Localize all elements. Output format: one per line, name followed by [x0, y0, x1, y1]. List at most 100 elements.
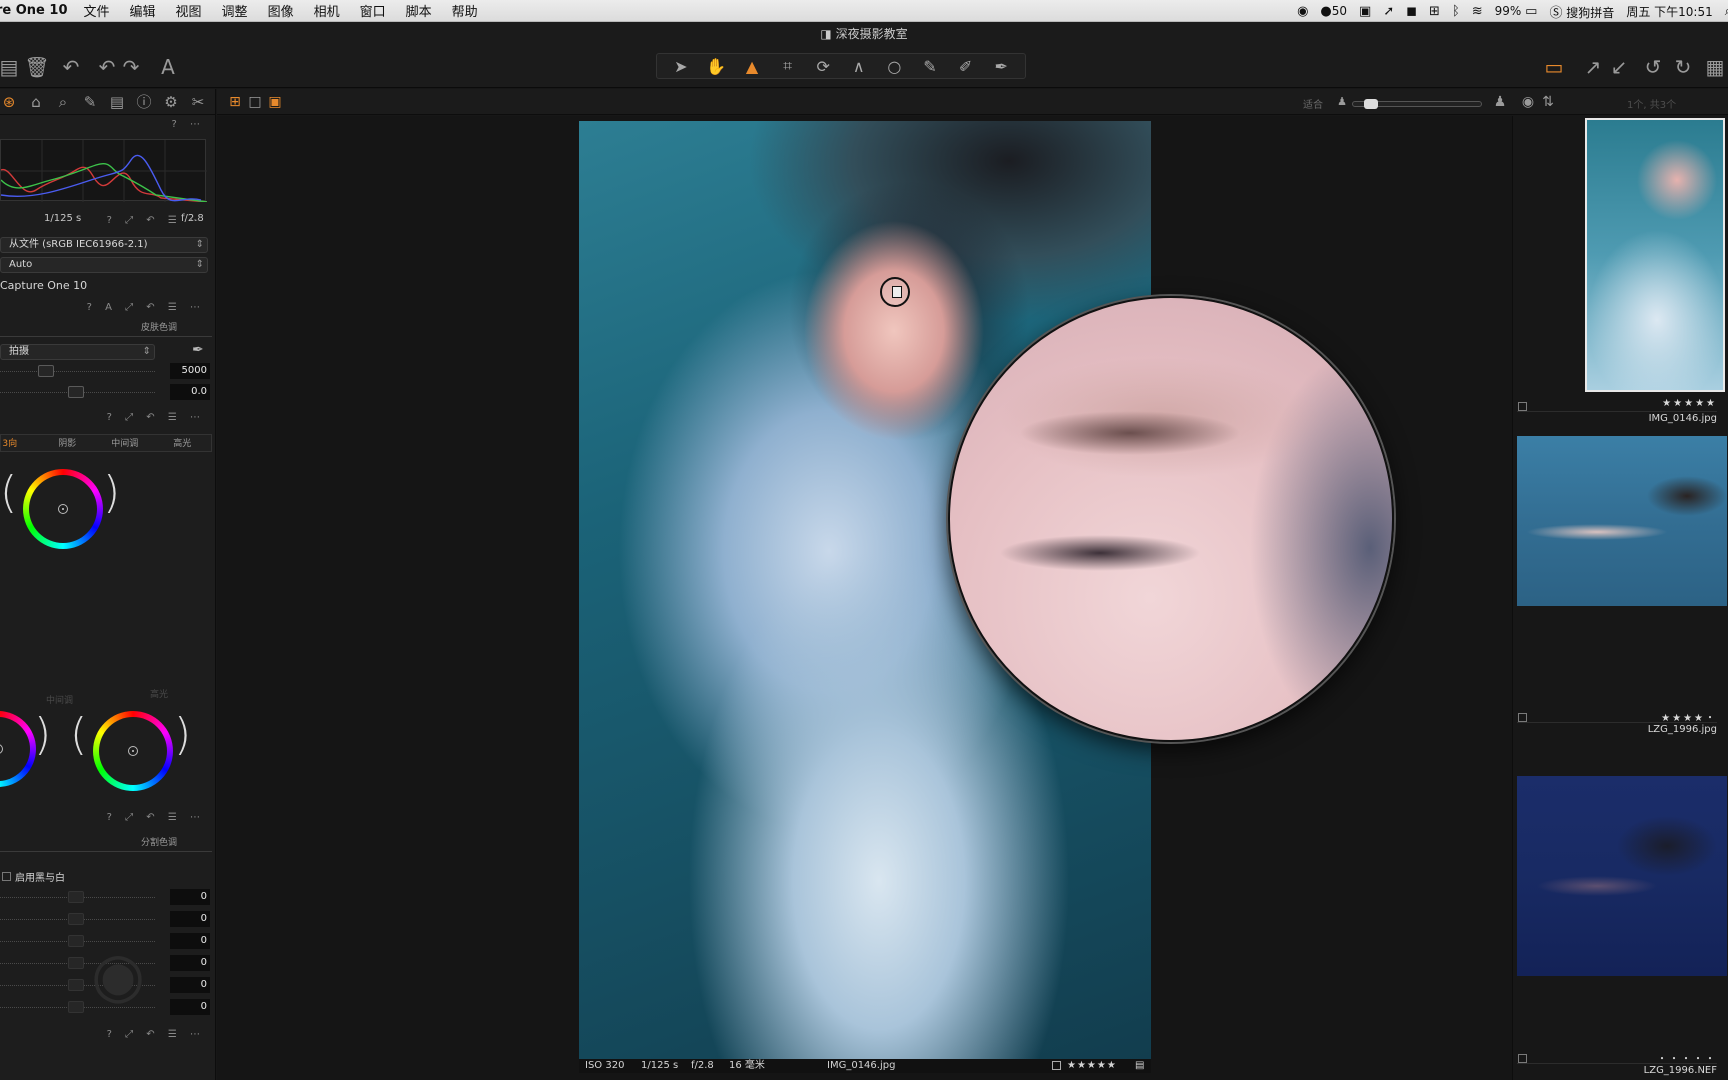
loupe-target[interactable] [880, 277, 910, 307]
undo-icon[interactable]: ↶ [94, 54, 120, 80]
brush-tool-icon[interactable]: ✎ [914, 57, 946, 76]
battery-status[interactable]: 99% ▭ [1495, 4, 1538, 19]
metadata-tab-icon[interactable]: ▤ [108, 93, 126, 111]
text-tool-button[interactable]: A [155, 54, 181, 80]
menu-script[interactable]: 脚本 [406, 1, 432, 20]
crop-tool-icon[interactable]: ⌗ [772, 56, 804, 76]
annotate-tool-icon[interactable]: ✒ [985, 57, 1017, 76]
midtone-color-wheel[interactable] [0, 711, 36, 787]
thumbnail-1-image[interactable] [1585, 118, 1725, 392]
app-menu[interactable]: re One 10 [0, 3, 68, 18]
highlight-wheel-center[interactable] [128, 746, 138, 756]
tab-skin-tone[interactable]: 皮肤色调 [106, 319, 212, 336]
hi-bracket-left[interactable]: ( [70, 709, 87, 760]
grid-icon[interactable]: ⊞ [1429, 4, 1440, 19]
thumbnail-1-stars[interactable]: ★★★★★ [1517, 398, 1717, 409]
zoom-fit-label[interactable]: 适合 [1303, 96, 1323, 111]
eye-icon[interactable]: ◉ [1520, 94, 1536, 110]
trash-icon[interactable]: 🗑 [24, 54, 50, 80]
reset-icon[interactable]: ↶ [58, 54, 84, 80]
mid-bracket-right[interactable]: ) [34, 709, 51, 760]
display-icon[interactable]: ▣ [1359, 4, 1371, 19]
picker-icon[interactable]: ✒ [192, 342, 204, 358]
bw-cyan-value[interactable]: 0 [170, 955, 210, 971]
thumbnail-2-image[interactable] [1517, 436, 1727, 606]
bw-red-knob[interactable] [68, 891, 84, 903]
bw-enable-checkbox[interactable] [2, 872, 11, 881]
shadow-color-wheel[interactable] [23, 469, 103, 549]
redo-icon[interactable]: ↷ [118, 54, 144, 80]
histogram-section-controls[interactable]: ? ⋯ [172, 119, 206, 130]
tab-midtone[interactable]: 中间调 [96, 435, 154, 451]
wheel-bracket-left[interactable]: ( [0, 467, 17, 518]
settings-tab-icon[interactable]: ⚙ [162, 93, 180, 111]
menu-camera[interactable]: 相机 [314, 1, 340, 20]
record-icon[interactable]: ◉ [1297, 4, 1308, 19]
bw-yellow-knob[interactable] [68, 913, 84, 925]
bw-red-value[interactable]: 0 [170, 889, 210, 905]
menu-adjust[interactable]: 调整 [222, 1, 248, 20]
pan-tool-icon[interactable]: ✋ [700, 57, 732, 76]
highlight-color-wheel[interactable] [93, 711, 173, 791]
kelvin-knob[interactable] [38, 365, 54, 377]
export-arrow-icon[interactable]: ↗ [1580, 54, 1606, 80]
menu-window[interactable]: 窗口 [360, 1, 386, 20]
menu-help[interactable]: 帮助 [452, 1, 478, 20]
stack-icon[interactable]: ▭ [1541, 54, 1567, 80]
bw-yellow-value[interactable]: 0 [170, 911, 210, 927]
hi-bracket-right[interactable]: ) [174, 709, 191, 760]
bw-green-value[interactable]: 0 [170, 933, 210, 949]
color-tab-icon[interactable]: ⊛ [0, 93, 18, 111]
loupe-tool-icon[interactable]: ▲ [736, 57, 768, 76]
import-icon[interactable]: ▤ [0, 54, 22, 80]
select-tool-icon[interactable]: ➤ [665, 57, 697, 76]
zoom-slider[interactable] [1352, 99, 1482, 109]
bluetooth-icon[interactable]: ᛒ [1452, 4, 1460, 19]
kelvin-slider[interactable] [0, 371, 155, 372]
wb-mode-select[interactable]: 拍摄 [0, 344, 155, 360]
person-small-icon[interactable]: ♟ [1334, 94, 1350, 110]
info-select-checkbox[interactable] [1052, 1061, 1061, 1070]
menu-edit[interactable]: 编辑 [130, 1, 156, 20]
menu-image[interactable]: 图像 [268, 1, 294, 20]
detail-tab-icon[interactable]: ⌕ [54, 93, 72, 111]
tab-wb-basic[interactable] [0, 319, 106, 336]
tab-3way[interactable]: 3向 [0, 435, 39, 451]
bw-magenta-value[interactable]: 0 [170, 999, 210, 1015]
info-tab-icon[interactable]: ⓘ [135, 91, 153, 112]
qq-status[interactable]: ●50 [1320, 4, 1347, 19]
tab-split-tone[interactable]: 分割色调 [106, 834, 212, 851]
spot-tool-icon[interactable]: ○ [878, 57, 910, 76]
rotate-tool-icon[interactable]: ⟳ [807, 57, 839, 76]
person-large-icon[interactable]: ♟ [1492, 94, 1508, 110]
thumbnail-3-image[interactable] [1517, 776, 1727, 976]
bw-blue-value[interactable]: 0 [170, 977, 210, 993]
base-section-controls[interactable]: ? ⤢ ↶ ☰ ⋯ [107, 215, 205, 226]
proof-view-icon[interactable]: ▣ [267, 94, 283, 110]
menu-file[interactable]: 文件 [84, 1, 110, 20]
send-icon[interactable]: ➚ [1383, 4, 1394, 19]
input-method[interactable]: Ⓢ 搜狗拼音 [1549, 2, 1614, 21]
curve-select[interactable]: Auto [0, 257, 208, 273]
tab-bw[interactable] [0, 834, 106, 851]
layout-icon[interactable]: ▦ [1702, 54, 1728, 80]
menu-view[interactable]: 视图 [176, 1, 202, 20]
wheel-bracket-right[interactable]: ) [103, 467, 120, 518]
zoom-knob[interactable] [1364, 99, 1379, 109]
bw-section-controls[interactable]: ? ⤢ ↶ ☰ ⋯ [107, 812, 205, 823]
info-stars[interactable]: ★★★★★ [1067, 1059, 1117, 1073]
wifi-icon[interactable]: ≋ [1472, 4, 1483, 19]
clock[interactable]: 周五 下午10:51 [1626, 3, 1712, 20]
kelvin-value[interactable]: 5000 [170, 363, 210, 379]
cb-section-controls[interactable]: ? ⤢ ↶ ☰ ⋯ [107, 412, 205, 423]
rotate-left-icon[interactable]: ↺ [1640, 54, 1666, 80]
tint-knob[interactable] [68, 386, 84, 398]
rotate-right-icon[interactable]: ↻ [1670, 54, 1696, 80]
keystone-tool-icon[interactable]: ∧ [843, 57, 875, 76]
tab-highlight[interactable]: 高光 [154, 435, 212, 451]
wb-section-controls[interactable]: ? A ⤢ ↶ ☰ ⋯ [87, 302, 205, 313]
grid-view-icon[interactable]: ⊞ [227, 94, 243, 110]
next-section-controls[interactable]: ? ⤢ ↶ ☰ ⋯ [107, 1029, 205, 1040]
info-metadata-icon[interactable]: ▤ [1135, 1059, 1144, 1073]
output-tab-icon[interactable]: ✂ [189, 93, 207, 111]
